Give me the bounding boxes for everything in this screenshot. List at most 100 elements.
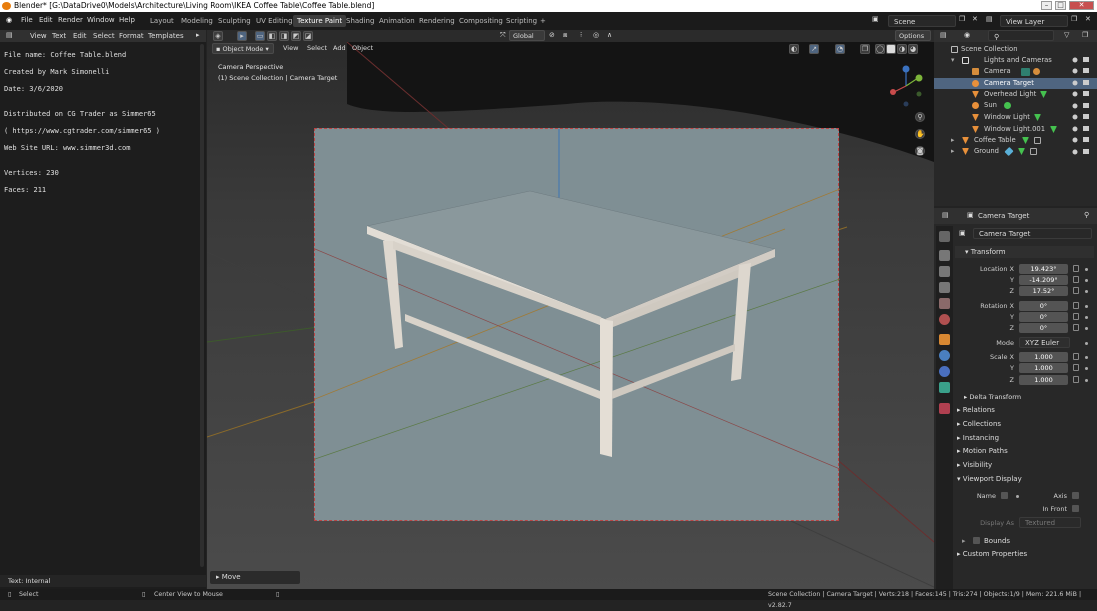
interaction-mode-dropdown[interactable]: ▪ Object Mode ▾ (212, 43, 274, 54)
keyframe-dot-icon[interactable] (1085, 316, 1088, 319)
object-visibility-icon[interactable]: ◐ (789, 44, 799, 54)
lock-icon[interactable] (1073, 324, 1079, 331)
scale-y-field[interactable]: 1.000 (1019, 363, 1068, 373)
menu-help[interactable]: Help (119, 16, 135, 24)
editor-type-icon[interactable]: ▤ (940, 31, 947, 39)
object-tab-icon[interactable] (939, 334, 950, 345)
editor-type-icon[interactable]: ▤ (942, 211, 949, 219)
options-dropdown[interactable]: Options (895, 30, 931, 41)
keyframe-dot-icon[interactable] (1085, 379, 1088, 382)
lock-icon[interactable] (1073, 364, 1079, 371)
filter-icon[interactable]: ▽ (1064, 31, 1069, 39)
scale-z-field[interactable]: 1.000 (1019, 375, 1068, 385)
world-tab-icon[interactable] (939, 314, 950, 325)
outliner-visibility-column[interactable] (1070, 56, 1096, 156)
lock-icon[interactable] (1073, 376, 1079, 383)
bounds-checkbox[interactable] (973, 537, 980, 544)
select-mode-invert-icon[interactable]: ◩ (291, 31, 301, 41)
menu-window[interactable]: Window (87, 16, 115, 24)
pivot-icon[interactable]: ⊘ (549, 31, 555, 39)
menu-edit[interactable]: Edit (39, 16, 53, 24)
text-menu-text[interactable]: Text (52, 32, 66, 40)
select-mode-intersect-icon[interactable]: ◪ (303, 31, 313, 41)
keyframe-dot-icon[interactable] (1085, 327, 1088, 330)
scene-tab-icon[interactable] (939, 298, 950, 309)
navigation-gizmo[interactable] (886, 64, 926, 108)
last-operator-panel[interactable]: ▸ Move (210, 571, 300, 584)
keyframe-dot-icon[interactable] (1085, 305, 1088, 308)
tab-texture-paint[interactable]: Texture Paint (293, 15, 347, 27)
location-y-field[interactable]: -14.209° (1019, 275, 1068, 285)
maximize-button[interactable]: □ (1055, 1, 1066, 10)
tool-tab-icon[interactable] (939, 231, 950, 242)
scene-selector[interactable]: Scene (888, 15, 956, 27)
display-as-dropdown[interactable]: Textured (1019, 517, 1081, 528)
viewport-menu-view[interactable]: View (280, 43, 301, 54)
shading-material-icon[interactable]: ◑ (897, 44, 907, 54)
motion-paths-section[interactable]: ▸ Motion Paths (955, 447, 1094, 455)
lock-icon[interactable] (1073, 287, 1079, 294)
keyframe-dot-icon[interactable] (1085, 367, 1088, 370)
delete-scene-icon[interactable]: ✕ (972, 15, 978, 23)
axis-checkbox[interactable] (1072, 492, 1079, 499)
location-x-field[interactable]: 19.423° (1019, 264, 1068, 274)
viewport-menu-select[interactable]: Select (304, 43, 330, 54)
gizmo-toggle-icon[interactable]: ↗ (809, 44, 819, 54)
expand-arrow-icon[interactable]: ▸ (951, 135, 954, 146)
viewport-display-section[interactable]: ▾ Viewport Display (955, 475, 1094, 483)
scale-x-field[interactable]: 1.000 (1019, 352, 1068, 362)
select-box-tool-icon[interactable]: ▸ (237, 31, 247, 41)
rotation-y-field[interactable]: 0° (1019, 312, 1068, 322)
name-checkbox[interactable] (1001, 492, 1008, 499)
relations-section[interactable]: ▸ Relations (955, 406, 1094, 414)
constraints-tab-icon[interactable] (939, 366, 950, 377)
tab-modeling[interactable]: Modeling (177, 15, 217, 27)
rotation-x-field[interactable]: 0° (1019, 301, 1068, 311)
view-layer-tab-icon[interactable] (939, 282, 950, 293)
tab-rendering[interactable]: Rendering (415, 15, 459, 27)
close-button[interactable]: ✕ (1069, 1, 1094, 10)
pan-hand-icon[interactable]: ✋ (915, 129, 925, 139)
in-front-checkbox[interactable] (1072, 505, 1079, 512)
text-scrollbar[interactable] (200, 44, 204, 567)
display-mode-icon[interactable]: ◉ (964, 31, 970, 39)
outliner-row-scene-collection[interactable]: Scene Collection (934, 44, 1097, 55)
shading-solid-icon[interactable] (886, 44, 896, 54)
pin-icon[interactable]: ⚲ (1084, 211, 1089, 219)
text-menu-edit[interactable]: Edit (73, 32, 87, 40)
menu-file[interactable]: File (21, 16, 33, 24)
tab-animation[interactable]: Animation (375, 15, 419, 27)
viewport-menu-object[interactable]: Object (349, 43, 376, 54)
lock-icon[interactable] (1073, 353, 1079, 360)
blender-menu-icon[interactable]: ◉ (6, 16, 12, 24)
shading-wireframe-icon[interactable]: ◯ (875, 44, 885, 54)
tab-compositing[interactable]: Compositing (455, 15, 507, 27)
keyframe-dot-icon[interactable] (1085, 279, 1088, 282)
tab-layout[interactable]: Layout (146, 15, 178, 27)
editor-type-icon[interactable]: ◈ (213, 31, 223, 41)
text-content[interactable]: File name: Coffee Table.blend Created by… (4, 43, 160, 203)
scene-browse-icon[interactable]: ▣ (872, 15, 879, 23)
select-mode-extend-icon[interactable]: ◧ (267, 31, 277, 41)
sidebar-toggle-icon[interactable]: ▸ (196, 31, 200, 39)
falloff-icon[interactable]: ∧ (607, 31, 612, 39)
bounds-expand-icon[interactable]: ▸ (962, 537, 966, 545)
render-tab-icon[interactable] (939, 250, 950, 261)
text-menu-templates[interactable]: Templates (148, 32, 184, 40)
lock-icon[interactable] (1073, 302, 1079, 309)
text-menu-select[interactable]: Select (93, 32, 115, 40)
view-layer-selector[interactable]: View Layer (1000, 15, 1068, 27)
lock-icon[interactable] (1073, 276, 1079, 283)
collection-checkbox[interactable] (962, 57, 969, 64)
xray-toggle-icon[interactable]: ❐ (860, 44, 870, 54)
visibility-section[interactable]: ▸ Visibility (955, 461, 1094, 469)
transform-section-header[interactable]: ▾ Transform (955, 246, 1094, 258)
rotation-z-field[interactable]: 0° (1019, 323, 1068, 333)
object-name-field[interactable]: Camera Target (973, 228, 1092, 239)
custom-properties-section[interactable]: ▸ Custom Properties (955, 550, 1094, 558)
new-scene-icon[interactable]: ❐ (959, 15, 965, 23)
data-tab-icon[interactable] (939, 382, 950, 393)
delta-transform-subpanel[interactable]: ▸ Delta Transform (955, 393, 1094, 401)
tab-sculpting[interactable]: Sculpting (214, 15, 255, 27)
snap-icon[interactable]: ⧈ (563, 31, 567, 40)
